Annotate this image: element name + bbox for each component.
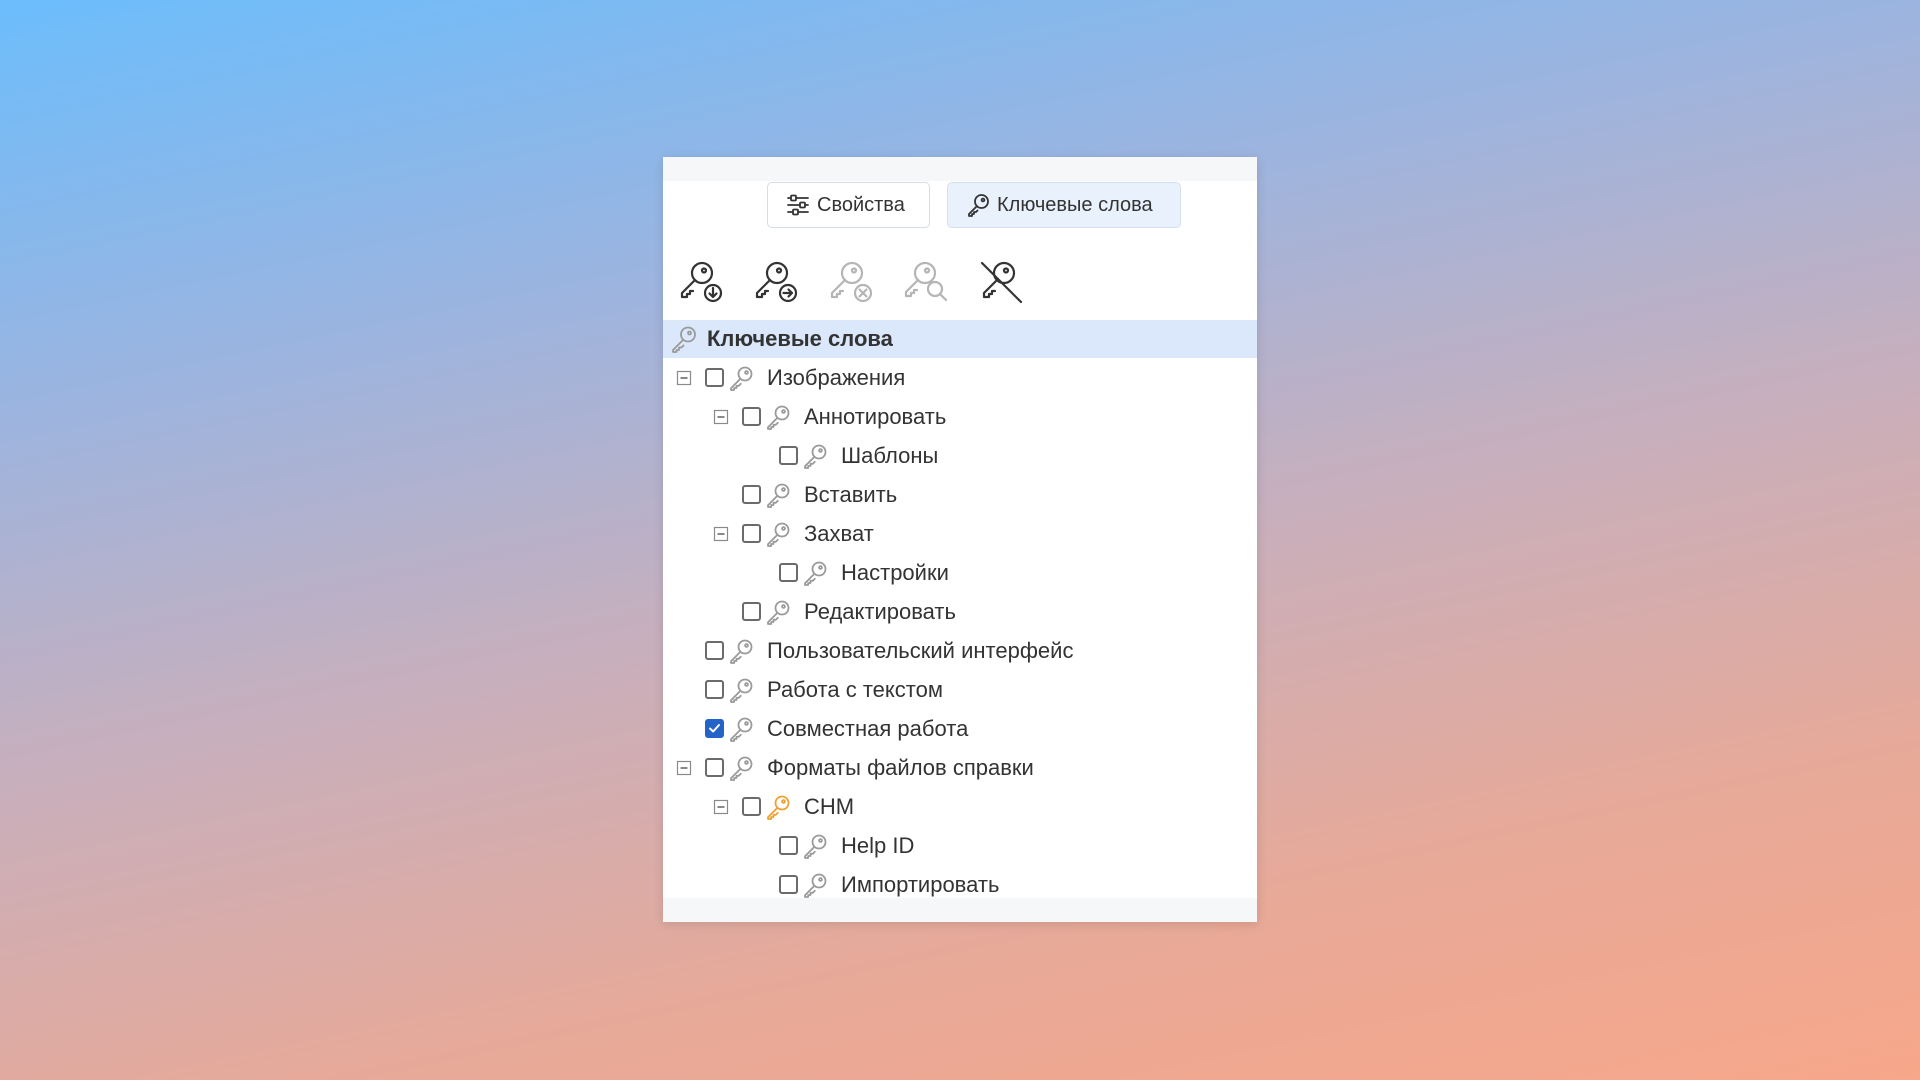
keywords-panel: Свойства Ключевые слова Ключевые слова И… [663, 157, 1257, 922]
tree-item[interactable]: Шаблоны [663, 436, 1257, 475]
key-icon [727, 676, 755, 704]
key-icon [727, 364, 755, 392]
key-icon [764, 520, 792, 548]
checkbox[interactable] [779, 836, 798, 855]
checkbox[interactable] [705, 758, 724, 777]
checkmark-icon [709, 724, 720, 733]
tree-item-label: Редактировать [804, 598, 956, 624]
tab-bar: Свойства Ключевые слова [767, 182, 1181, 228]
tree-item[interactable]: Пользовательский интерфейс [663, 631, 1257, 670]
key-arrow-right-icon [755, 261, 798, 303]
find-keyword-button[interactable] [901, 257, 952, 308]
collapse-icon[interactable] [713, 409, 729, 425]
tree-item[interactable]: Аннотировать [663, 397, 1257, 436]
tree-item-label: Настройки [841, 559, 949, 585]
checkbox[interactable] [742, 524, 761, 543]
key-icon [727, 715, 755, 743]
checkbox[interactable] [742, 485, 761, 504]
key-icon [801, 442, 829, 470]
tree-item[interactable]: Редактировать [663, 592, 1257, 631]
tree-item[interactable]: Настройки [663, 553, 1257, 592]
tree-item-label: Аннотировать [804, 403, 947, 429]
tree-item[interactable]: Захват [663, 514, 1257, 553]
checkbox[interactable] [779, 446, 798, 465]
tree-root-row[interactable]: Ключевые слова [663, 320, 1257, 358]
tree-item-label: Импортировать [841, 871, 1000, 897]
panel-bottom-strip [663, 898, 1257, 922]
tab-properties-label: Свойства [817, 193, 905, 216]
checkbox[interactable] [705, 368, 724, 387]
tree-item-label: Пользовательский интерфейс [767, 637, 1074, 663]
checkbox[interactable] [742, 602, 761, 621]
collapse-icon[interactable] [676, 370, 692, 386]
key-icon [764, 403, 792, 431]
key-icon [764, 598, 792, 626]
tree-item[interactable]: Вставить [663, 475, 1257, 514]
add-keyword-button[interactable] [676, 257, 727, 308]
key-icon [764, 481, 792, 509]
tree-item[interactable]: Работа с текстом [663, 670, 1257, 709]
tab-keywords-label: Ключевые слова [997, 193, 1153, 216]
checkbox-checked[interactable] [705, 719, 724, 738]
key-icon [727, 637, 755, 665]
key-icon [801, 559, 829, 587]
checkbox[interactable] [779, 875, 798, 894]
keyword-tree: Изображения Аннотировать Шаблоны Вставить За… [663, 358, 1257, 904]
clear-keywords-button[interactable] [976, 257, 1027, 308]
checkbox[interactable] [742, 407, 761, 426]
panel-top-strip [663, 157, 1257, 181]
remove-keyword-button[interactable] [826, 257, 877, 308]
tree-item-label: Изображения [767, 364, 906, 390]
key-crossed-icon [980, 261, 1023, 304]
tree-item-label: Help ID [841, 832, 915, 858]
tree-item-label: Форматы файлов справки [767, 754, 1034, 780]
tree-item[interactable]: CHM [663, 787, 1257, 826]
tree-root-label: Ключевые слова [707, 326, 893, 351]
tree-item-label: Работа с текстом [767, 676, 943, 702]
tree-item[interactable]: Изображения [663, 358, 1257, 397]
tree-item-label: Вставить [804, 481, 898, 507]
key-remove-icon [830, 261, 873, 303]
key-icon [801, 871, 829, 899]
tree-item[interactable]: Help ID [663, 826, 1257, 865]
key-icon [727, 754, 755, 782]
keyword-toolbar [676, 257, 1027, 308]
tree-item-label: Совместная работа [767, 715, 969, 741]
checkbox[interactable] [779, 563, 798, 582]
checkbox[interactable] [742, 797, 761, 816]
collapse-icon[interactable] [713, 799, 729, 815]
tree-item-label: CHM [804, 793, 855, 819]
key-search-icon [904, 261, 948, 302]
collapse-icon[interactable] [713, 526, 729, 542]
sliders-icon [785, 192, 811, 218]
tree-item-label: Захват [804, 520, 874, 546]
key-icon [801, 832, 829, 860]
tree-item-label: Шаблоны [841, 442, 939, 468]
key-download-icon [680, 261, 723, 303]
checkbox[interactable] [705, 641, 724, 660]
assign-keyword-button[interactable] [751, 257, 802, 308]
key-icon [965, 192, 991, 218]
collapse-icon[interactable] [676, 760, 692, 776]
key-icon [669, 324, 699, 354]
key-icon [764, 793, 792, 821]
tab-properties[interactable]: Свойства [767, 182, 930, 228]
tab-keywords[interactable]: Ключевые слова [947, 182, 1181, 228]
tree-item[interactable]: Форматы файлов справки [663, 748, 1257, 787]
tree-item[interactable]: Совместная работа [663, 709, 1257, 748]
checkbox[interactable] [705, 680, 724, 699]
